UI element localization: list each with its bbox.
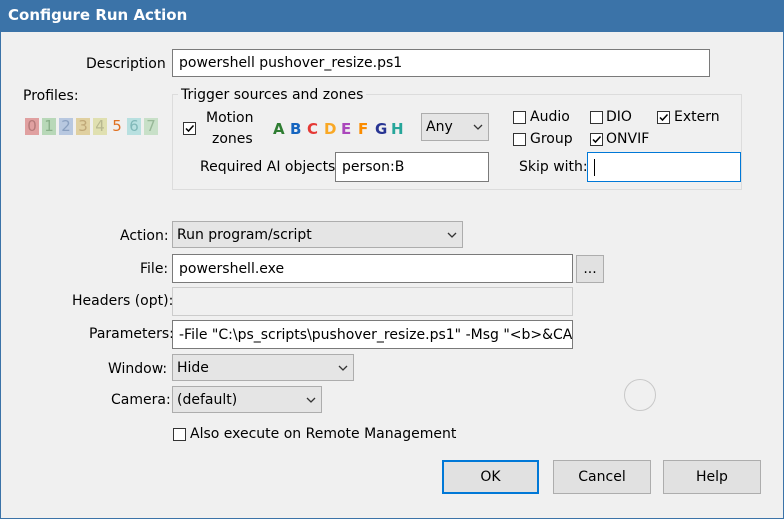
zone-b[interactable]: B bbox=[290, 120, 301, 138]
zone-selector[interactable]: A B C D E F G H bbox=[273, 120, 413, 140]
file-input[interactable]: powershell.exe bbox=[172, 254, 573, 283]
camera-value: (default) bbox=[177, 391, 238, 408]
dio-checkbox[interactable] bbox=[590, 111, 603, 124]
camera-select[interactable]: (default) bbox=[172, 386, 322, 413]
zone-c[interactable]: C bbox=[307, 120, 318, 138]
dialog-client: Description powershell pushover_resize.p… bbox=[1, 32, 783, 518]
audio-label: Audio bbox=[530, 109, 570, 125]
zone-f[interactable]: F bbox=[358, 120, 368, 138]
cancel-label: Cancel bbox=[578, 469, 626, 485]
profile-selector[interactable]: 0 1 2 3 4 5 6 7 bbox=[25, 118, 161, 137]
skip-with-label: Skip with: bbox=[519, 159, 588, 175]
action-label: Action: bbox=[120, 228, 169, 244]
remote-management-checkbox[interactable] bbox=[173, 428, 186, 441]
motion-zones-checkbox[interactable] bbox=[183, 122, 196, 135]
extern-label: Extern bbox=[674, 109, 720, 125]
profiles-label: Profiles: bbox=[23, 88, 79, 104]
parameters-value: -File "C:\ps_scripts\pushover_resize.ps1… bbox=[179, 326, 573, 343]
window-select[interactable]: Hide bbox=[172, 354, 354, 381]
chevron-down-icon bbox=[447, 232, 457, 238]
chevron-down-icon bbox=[473, 124, 483, 130]
headers-input bbox=[172, 287, 573, 316]
group-label: Group bbox=[530, 131, 573, 147]
action-value: Run program/script bbox=[177, 226, 312, 243]
zone-a[interactable]: A bbox=[273, 120, 285, 138]
parameters-input[interactable]: -File "C:\ps_scripts\pushover_resize.ps1… bbox=[172, 320, 573, 349]
extern-checkbox[interactable] bbox=[657, 111, 670, 124]
description-value: powershell pushover_resize.ps1 bbox=[179, 55, 403, 71]
help-button[interactable]: Help bbox=[663, 460, 761, 494]
skip-with-input[interactable] bbox=[587, 152, 741, 182]
profile-7[interactable]: 7 bbox=[144, 118, 158, 135]
browse-button[interactable]: ... bbox=[576, 255, 604, 283]
profile-4[interactable]: 4 bbox=[93, 118, 107, 135]
motion-label: Motion bbox=[206, 110, 254, 126]
chevron-down-icon bbox=[306, 397, 316, 403]
dio-label: DIO bbox=[606, 109, 632, 125]
onvif-label: ONVIF bbox=[606, 131, 650, 147]
parameters-label: Parameters: bbox=[89, 326, 174, 342]
title-bar[interactable]: Configure Run Action bbox=[0, 0, 784, 32]
headers-label: Headers (opt): bbox=[72, 293, 174, 309]
zone-e[interactable]: E bbox=[341, 120, 351, 138]
ai-objects-value: person:B bbox=[342, 159, 405, 175]
text-caret bbox=[594, 158, 595, 176]
profile-3[interactable]: 3 bbox=[76, 118, 90, 135]
profile-5[interactable]: 5 bbox=[110, 118, 124, 135]
camera-label: Camera: bbox=[111, 392, 171, 408]
profile-6[interactable]: 6 bbox=[127, 118, 141, 135]
trigger-group-label: Trigger sources and zones bbox=[178, 87, 367, 103]
ok-label: OK bbox=[480, 469, 501, 485]
help-label: Help bbox=[696, 469, 728, 485]
ai-objects-input[interactable]: person:B bbox=[335, 152, 489, 182]
window-title: Configure Run Action bbox=[8, 6, 188, 24]
chevron-down-icon bbox=[338, 365, 348, 371]
window-value: Hide bbox=[177, 359, 209, 376]
profile-1[interactable]: 1 bbox=[42, 118, 56, 135]
group-checkbox[interactable] bbox=[513, 133, 526, 146]
zone-mode-select[interactable]: Any bbox=[421, 113, 489, 141]
browse-label: ... bbox=[583, 261, 597, 277]
zone-h[interactable]: H bbox=[391, 120, 404, 138]
zones-label: zones bbox=[212, 131, 253, 147]
zone-g[interactable]: G bbox=[375, 120, 387, 138]
file-value: powershell.exe bbox=[179, 260, 285, 277]
zone-mode-value: Any bbox=[426, 119, 453, 135]
profile-0[interactable]: 0 bbox=[25, 118, 39, 135]
audio-checkbox[interactable] bbox=[513, 111, 526, 124]
busy-cursor-icon bbox=[624, 379, 656, 411]
description-input[interactable]: powershell pushover_resize.ps1 bbox=[172, 49, 710, 77]
ok-button[interactable]: OK bbox=[442, 460, 539, 494]
remote-management-label: Also execute on Remote Management bbox=[190, 426, 457, 442]
onvif-checkbox[interactable] bbox=[590, 133, 603, 146]
profile-2[interactable]: 2 bbox=[59, 118, 73, 135]
dialog-window: Configure Run Action Description powersh… bbox=[0, 0, 784, 519]
action-select[interactable]: Run program/script bbox=[172, 221, 463, 248]
zone-d[interactable]: D bbox=[324, 120, 336, 138]
cancel-button[interactable]: Cancel bbox=[553, 460, 651, 494]
ai-objects-label: Required AI objects: bbox=[200, 159, 341, 175]
window-label: Window: bbox=[108, 361, 168, 377]
description-label: Description bbox=[86, 56, 166, 72]
file-label: File: bbox=[140, 261, 169, 277]
